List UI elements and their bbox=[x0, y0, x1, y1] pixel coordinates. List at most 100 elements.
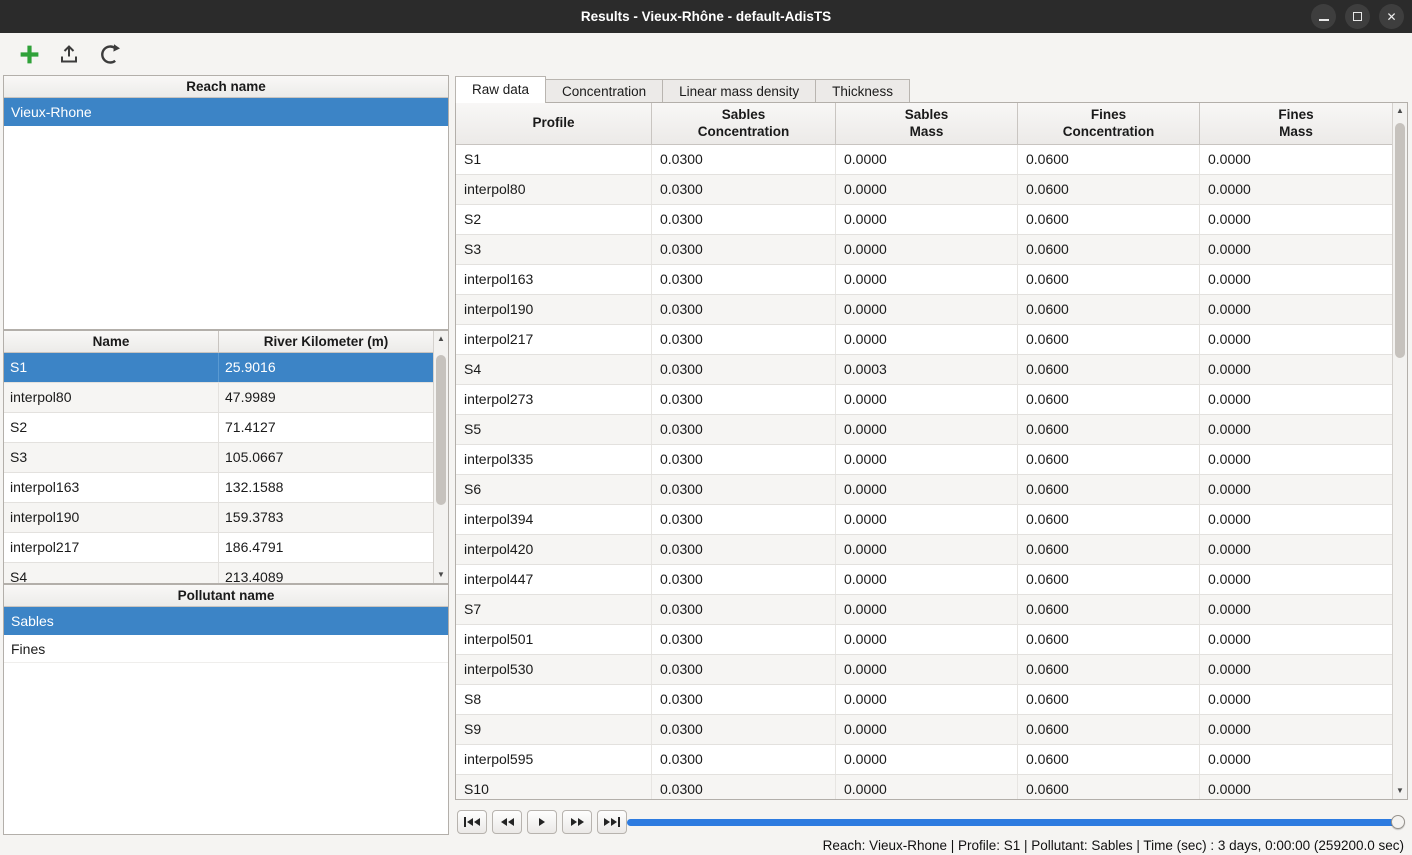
play-button[interactable] bbox=[527, 810, 557, 834]
table-row[interactable]: S90.03000.00000.06000.0000 bbox=[456, 715, 1392, 745]
table-row[interactable]: S60.03000.00000.06000.0000 bbox=[456, 475, 1392, 505]
value-cell: 0.0600 bbox=[1018, 475, 1200, 504]
slider-handle[interactable] bbox=[1391, 815, 1405, 829]
column-header[interactable]: SablesConcentration bbox=[652, 103, 836, 144]
scroll-up-icon[interactable]: ▲ bbox=[434, 332, 448, 346]
fast-forward-icon bbox=[571, 818, 577, 826]
value-cell: 0.0000 bbox=[1200, 565, 1392, 594]
value-cell: 0.0300 bbox=[652, 265, 836, 294]
maximize-button[interactable] bbox=[1345, 4, 1370, 29]
profile-row[interactable]: S125.9016 bbox=[4, 353, 433, 383]
add-button[interactable] bbox=[14, 39, 44, 69]
value-cell: 0.0000 bbox=[1200, 505, 1392, 534]
profile-row[interactable]: S271.4127 bbox=[4, 413, 433, 443]
table-row[interactable]: interpol1630.03000.00000.06000.0000 bbox=[456, 265, 1392, 295]
profile-row[interactable]: interpol190159.3783 bbox=[4, 503, 433, 533]
river-kilometer-column-header[interactable]: River Kilometer (m) bbox=[219, 331, 433, 352]
value-cell: 0.0300 bbox=[652, 175, 836, 204]
value-cell: 0.0000 bbox=[836, 625, 1018, 654]
value-cell: 0.0300 bbox=[652, 385, 836, 414]
pollutant-list-item[interactable]: Fines bbox=[4, 635, 448, 663]
table-row[interactable]: S40.03000.00030.06000.0000 bbox=[456, 355, 1392, 385]
scroll-down-icon[interactable]: ▼ bbox=[1393, 784, 1407, 798]
table-row[interactable]: interpol4470.03000.00000.06000.0000 bbox=[456, 565, 1392, 595]
tab-thickness[interactable]: Thickness bbox=[815, 79, 910, 103]
reach-list: Vieux-Rhone bbox=[4, 98, 448, 126]
value-cell: 0.0000 bbox=[1200, 235, 1392, 264]
export-button[interactable] bbox=[54, 39, 84, 69]
value-cell: 0.0000 bbox=[836, 205, 1018, 234]
time-slider[interactable] bbox=[627, 814, 1403, 830]
value-cell: 0.0600 bbox=[1018, 325, 1200, 354]
rewind-button[interactable] bbox=[492, 810, 522, 834]
value-cell: 0.0300 bbox=[652, 235, 836, 264]
table-row[interactable]: interpol2730.03000.00000.06000.0000 bbox=[456, 385, 1392, 415]
fast-forward-button[interactable] bbox=[562, 810, 592, 834]
profile-row[interactable]: interpol163132.1588 bbox=[4, 473, 433, 503]
table-row[interactable]: interpol3350.03000.00000.06000.0000 bbox=[456, 445, 1392, 475]
pollutant-list-item[interactable]: Sables bbox=[4, 607, 448, 635]
scroll-up-icon[interactable]: ▲ bbox=[1393, 104, 1407, 118]
data-table-body: S10.03000.00000.06000.0000interpol800.03… bbox=[456, 145, 1392, 799]
value-cell: 0.0300 bbox=[652, 505, 836, 534]
table-row[interactable]: S10.03000.00000.06000.0000 bbox=[456, 145, 1392, 175]
profile-row[interactable]: interpol217186.4791 bbox=[4, 533, 433, 563]
table-row[interactable]: S30.03000.00000.06000.0000 bbox=[456, 235, 1392, 265]
close-button[interactable]: ✕ bbox=[1379, 4, 1404, 29]
profile-row[interactable]: S4213.4089 bbox=[4, 563, 433, 583]
table-row[interactable]: S70.03000.00000.06000.0000 bbox=[456, 595, 1392, 625]
skip-to-start-button[interactable] bbox=[457, 810, 487, 834]
tab-concentration[interactable]: Concentration bbox=[545, 79, 663, 103]
table-row[interactable]: S50.03000.00000.06000.0000 bbox=[456, 415, 1392, 445]
value-cell: 0.0300 bbox=[652, 325, 836, 354]
profile-row[interactable]: interpol8047.9989 bbox=[4, 383, 433, 413]
skip-end-icon bbox=[604, 818, 610, 826]
value-cell: 0.0600 bbox=[1018, 715, 1200, 744]
column-header[interactable]: SablesMass bbox=[836, 103, 1018, 144]
table-row[interactable]: interpol800.03000.00000.06000.0000 bbox=[456, 175, 1392, 205]
profile-scrollbar[interactable]: ▲ ▼ bbox=[433, 331, 448, 583]
table-row[interactable]: S20.03000.00000.06000.0000 bbox=[456, 205, 1392, 235]
table-row[interactable]: interpol2170.03000.00000.06000.0000 bbox=[456, 325, 1392, 355]
scroll-thumb[interactable] bbox=[1395, 123, 1405, 358]
minimize-button[interactable] bbox=[1311, 4, 1336, 29]
refresh-icon bbox=[98, 43, 121, 66]
pollutant-panel: Pollutant name SablesFines bbox=[3, 584, 449, 835]
value-cell: 0.0000 bbox=[836, 535, 1018, 564]
table-row[interactable]: interpol5950.03000.00000.06000.0000 bbox=[456, 745, 1392, 775]
river-kilometer-cell: 159.3783 bbox=[219, 503, 433, 532]
value-cell: 0.0600 bbox=[1018, 595, 1200, 624]
table-row[interactable]: interpol5300.03000.00000.06000.0000 bbox=[456, 655, 1392, 685]
profile-name-cell: S3 bbox=[4, 443, 219, 472]
refresh-button[interactable] bbox=[94, 39, 124, 69]
column-header[interactable]: FinesMass bbox=[1200, 103, 1392, 144]
value-cell: 0.0000 bbox=[836, 445, 1018, 474]
table-row[interactable]: S100.03000.00000.06000.0000 bbox=[456, 775, 1392, 799]
table-row[interactable]: interpol1900.03000.00000.06000.0000 bbox=[456, 295, 1392, 325]
table-row[interactable]: interpol3940.03000.00000.06000.0000 bbox=[456, 505, 1392, 535]
skip-to-end-button[interactable] bbox=[597, 810, 627, 834]
profile-name-column-header[interactable]: Name bbox=[4, 331, 219, 352]
column-header[interactable]: FinesConcentration bbox=[1018, 103, 1200, 144]
value-cell: 0.0300 bbox=[652, 565, 836, 594]
profile-name-cell: interpol80 bbox=[4, 383, 219, 412]
table-row[interactable]: S80.03000.00000.06000.0000 bbox=[456, 685, 1392, 715]
river-kilometer-cell: 186.4791 bbox=[219, 533, 433, 562]
profile-row[interactable]: S3105.0667 bbox=[4, 443, 433, 473]
tab-linear-mass-density[interactable]: Linear mass density bbox=[662, 79, 816, 103]
scroll-down-icon[interactable]: ▼ bbox=[434, 568, 448, 582]
value-cell: 0.0600 bbox=[1018, 145, 1200, 174]
table-row[interactable]: interpol5010.03000.00000.06000.0000 bbox=[456, 625, 1392, 655]
profile-cell: interpol420 bbox=[456, 535, 652, 564]
data-table-scrollbar[interactable]: ▲ ▼ bbox=[1392, 103, 1407, 799]
reach-list-item[interactable]: Vieux-Rhone bbox=[4, 98, 448, 126]
scroll-thumb[interactable] bbox=[436, 355, 446, 505]
toolbar bbox=[0, 33, 1412, 75]
value-cell: 0.0300 bbox=[652, 685, 836, 714]
value-cell: 0.0600 bbox=[1018, 415, 1200, 444]
river-kilometer-cell: 105.0667 bbox=[219, 443, 433, 472]
table-row[interactable]: interpol4200.03000.00000.06000.0000 bbox=[456, 535, 1392, 565]
value-cell: 0.0300 bbox=[652, 655, 836, 684]
column-header[interactable]: Profile bbox=[456, 103, 652, 144]
tab-raw-data[interactable]: Raw data bbox=[455, 76, 546, 103]
